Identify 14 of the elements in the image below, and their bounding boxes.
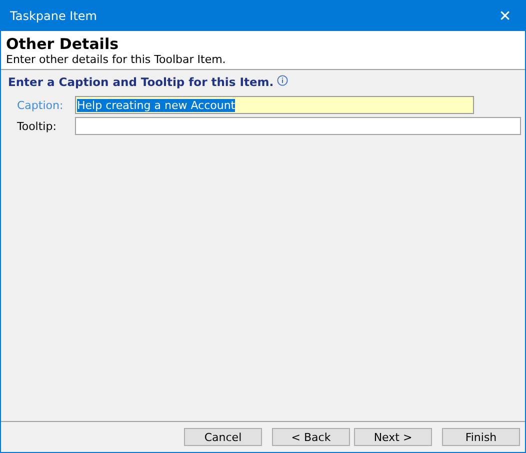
field-label: Caption: bbox=[16, 98, 64, 112]
wizard-button[interactable]: Finish bbox=[442, 428, 520, 446]
info-icon[interactable] bbox=[276, 74, 288, 86]
field-label: Tooltip: bbox=[16, 120, 58, 132]
wizard-button[interactable]: Next > bbox=[354, 428, 432, 446]
wizard-button[interactable]: Cancel bbox=[184, 428, 262, 446]
text-field[interactable] bbox=[74, 117, 521, 135]
wizard-button[interactable]: < Back bbox=[272, 428, 350, 446]
text-field[interactable]: Help creating a new Account bbox=[75, 96, 474, 114]
page-title: Other Details bbox=[6, 35, 120, 53]
window-title: Taskpane Item bbox=[10, 9, 97, 23]
section-title: Enter a Caption and Tooltip for this Item. bbox=[8, 75, 274, 89]
close-button[interactable]: ✕ bbox=[485, 1, 525, 31]
page-subtitle: Enter other details for this Toolbar Item. bbox=[6, 53, 227, 66]
